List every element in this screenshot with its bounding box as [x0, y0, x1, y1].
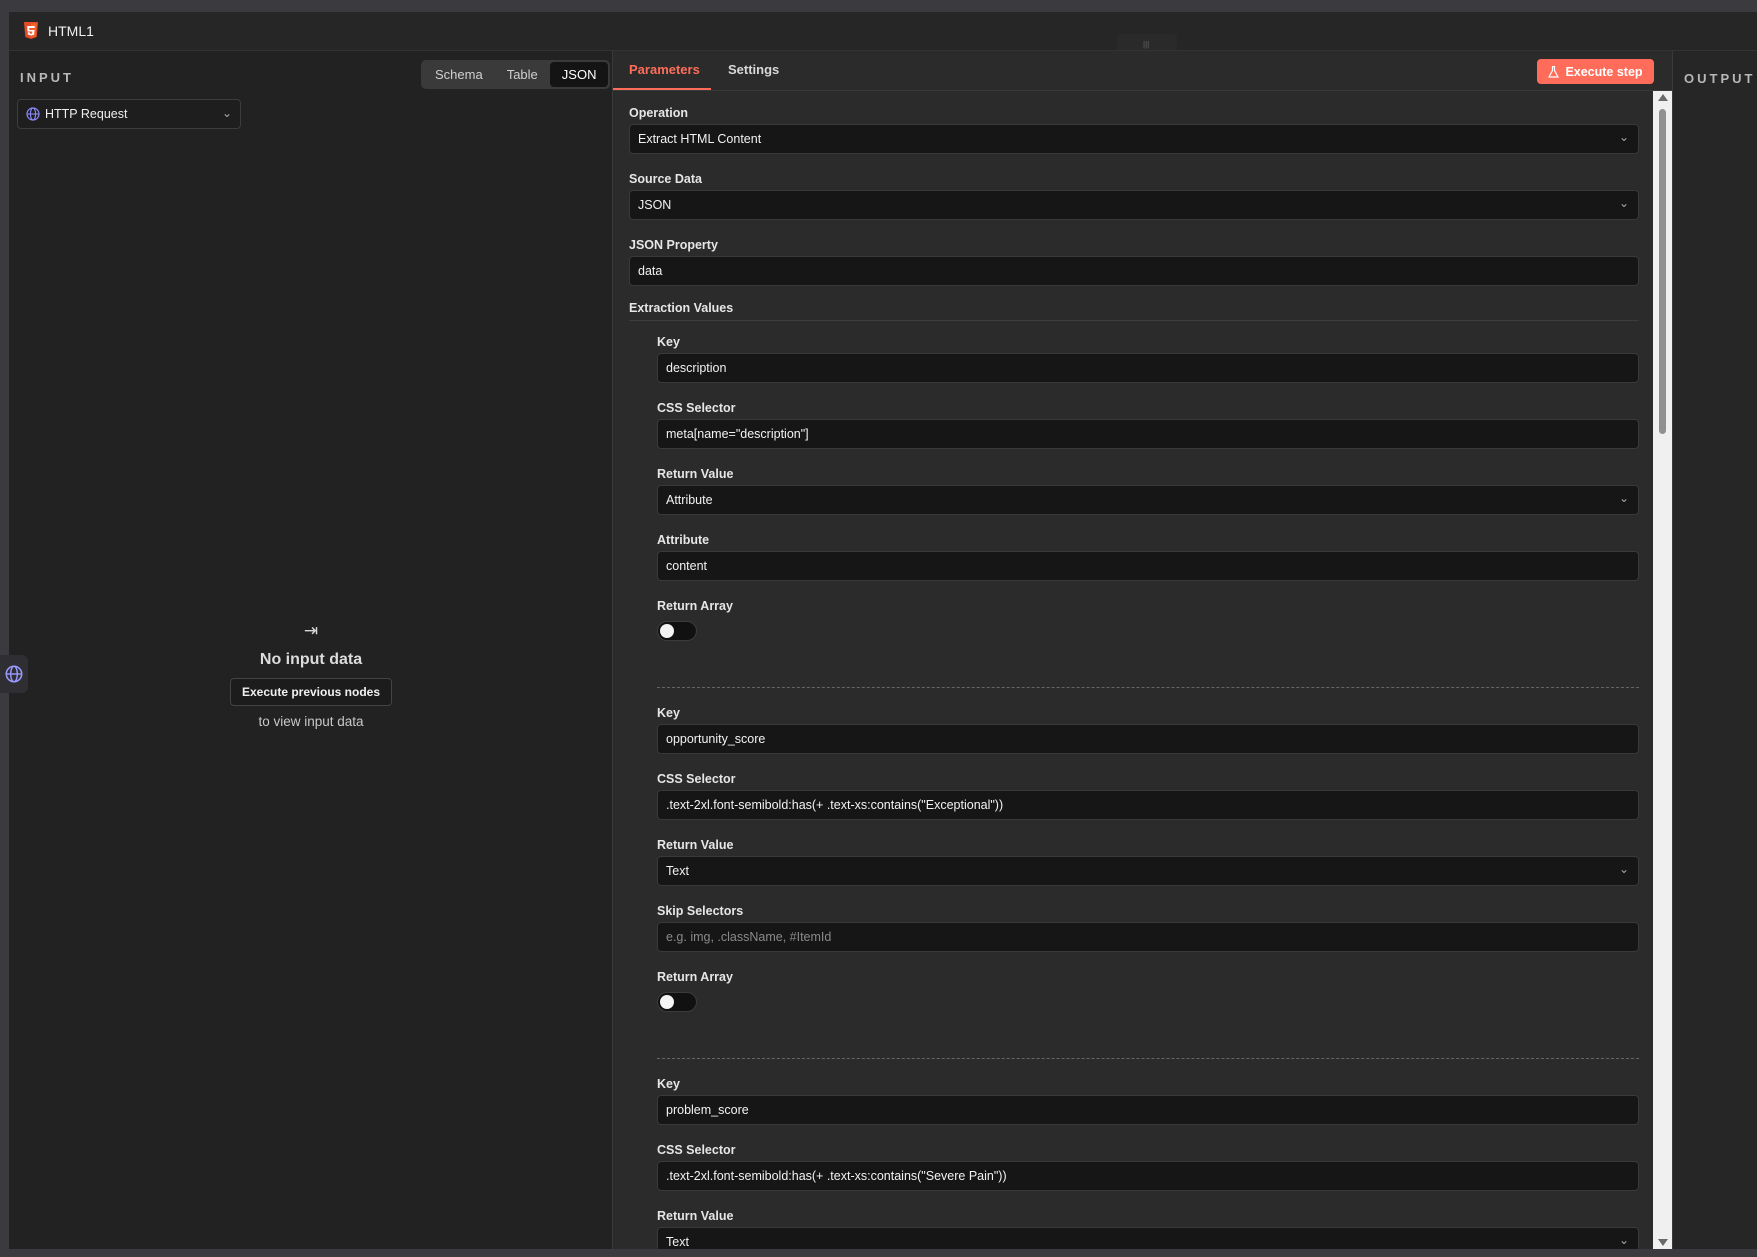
arrow-right-to-bar-icon: ⇥	[303, 621, 319, 640]
chevron-down-icon: ⌄	[1618, 491, 1629, 505]
panel-drag-handle[interactable]: |||	[1117, 34, 1177, 50]
empty-subtext: to view input data	[258, 714, 364, 729]
css-selector-input[interactable]: .text-2xl.font-semibold:has(+ .text-xs:c…	[657, 1161, 1639, 1191]
window-title: HTML1	[48, 23, 94, 39]
attribute-label: Attribute	[657, 533, 710, 547]
scroll-down-arrow-icon[interactable]	[1658, 1239, 1668, 1246]
chevron-down-icon: ⌄	[1618, 196, 1629, 210]
css-selector-input[interactable]: meta[name="description"]	[657, 419, 1639, 449]
return-value-label: Return Value	[657, 1209, 734, 1223]
toggle-knob	[660, 995, 674, 1009]
view-mode-switch: Schema Table JSON	[421, 60, 611, 89]
key-label: Key	[657, 335, 680, 349]
skip-selectors-input[interactable]: e.g. img, .className, #ItemId	[657, 922, 1639, 952]
tab-parameters[interactable]: Parameters	[629, 62, 700, 77]
active-tab-indicator	[613, 88, 711, 90]
view-tab-json[interactable]: JSON	[549, 62, 609, 87]
return-value-select[interactable]: Attribute ⌄	[657, 485, 1639, 515]
input-panel: INPUT Schema Table JSON HTTP Request ⌄ ⇥…	[0, 51, 613, 1249]
item-divider	[657, 1058, 1639, 1059]
return-value-select[interactable]: Text ⌄	[657, 856, 1639, 886]
empty-state: ⇥ No input data Execute previous nodes t…	[9, 621, 613, 729]
node-connector-handle[interactable]	[0, 655, 28, 693]
input-panel-label: INPUT	[20, 70, 74, 85]
output-panel-label: OUTPUT	[1684, 71, 1756, 86]
extraction-values-label: Extraction Values	[629, 301, 734, 315]
view-tab-table[interactable]: Table	[495, 62, 550, 87]
parameter-tabs: Parameters Settings Execute step	[613, 51, 1672, 91]
skip-selectors-label: Skip Selectors	[657, 904, 744, 918]
css-selector-input[interactable]: .text-2xl.font-semibold:has(+ .text-xs:c…	[657, 790, 1639, 820]
operation-select[interactable]: Extract HTML Content ⌄	[629, 124, 1639, 154]
operation-label: Operation	[629, 106, 689, 120]
title-bar: HTML1	[9, 12, 1757, 51]
css-selector-label: CSS Selector	[657, 1143, 736, 1157]
execute-step-button[interactable]: Execute step	[1537, 59, 1654, 84]
css-selector-label: CSS Selector	[657, 401, 736, 415]
input-node-select[interactable]: HTTP Request ⌄	[17, 99, 241, 129]
scrollbar-thumb[interactable]	[1659, 109, 1666, 434]
return-array-toggle[interactable]	[657, 992, 697, 1012]
globe-icon	[5, 665, 23, 683]
source-data-select[interactable]: JSON ⌄	[629, 190, 1639, 220]
key-label: Key	[657, 1077, 680, 1091]
view-tab-schema[interactable]: Schema	[423, 62, 495, 87]
return-array-label: Return Array	[657, 970, 733, 984]
css-selector-label: CSS Selector	[657, 772, 736, 786]
scroll-up-arrow-icon[interactable]	[1658, 94, 1668, 101]
return-value-label: Return Value	[657, 838, 734, 852]
key-label: Key	[657, 706, 680, 720]
source-data-value: JSON	[638, 198, 672, 212]
parameters-panel: Parameters Settings Execute step Operati…	[613, 51, 1672, 1249]
key-input[interactable]: problem_score	[657, 1095, 1639, 1125]
return-value-label: Return Value	[657, 467, 734, 481]
output-panel: OUTPUT	[1672, 51, 1757, 1249]
return-array-label: Return Array	[657, 599, 733, 613]
globe-icon	[26, 107, 40, 121]
execute-previous-nodes-button[interactable]: Execute previous nodes	[229, 678, 393, 706]
return-value-value: Attribute	[666, 493, 713, 507]
tab-settings[interactable]: Settings	[728, 62, 779, 77]
chevron-down-icon: ⌄	[1618, 130, 1629, 144]
item-divider	[657, 687, 1639, 688]
return-value-value: Text	[666, 864, 689, 878]
key-input[interactable]: description	[657, 353, 1639, 383]
section-divider	[629, 320, 1639, 321]
parameters-scrollbar[interactable]	[1653, 91, 1672, 1249]
json-property-input[interactable]: data	[629, 256, 1639, 286]
toggle-knob	[660, 624, 674, 638]
return-value-value: Text	[666, 1235, 689, 1249]
flask-icon	[1548, 65, 1560, 78]
html5-icon	[24, 22, 38, 39]
execute-step-label: Execute step	[1565, 64, 1643, 79]
json-property-label: JSON Property	[629, 238, 718, 252]
empty-heading: No input data	[259, 651, 363, 668]
return-value-select[interactable]: Text ⌄	[657, 1227, 1639, 1249]
operation-value: Extract HTML Content	[638, 132, 762, 146]
key-input[interactable]: opportunity_score	[657, 724, 1639, 754]
return-array-toggle[interactable]	[657, 621, 697, 641]
chevron-down-icon: ⌄	[1618, 862, 1629, 876]
chevron-down-icon: ⌄	[1618, 1233, 1629, 1247]
source-data-label: Source Data	[629, 172, 702, 186]
app-frame: HTML1 ||| INPUT Schema Table JSON HTTP R…	[0, 12, 1757, 1249]
attribute-input[interactable]: content	[657, 551, 1639, 581]
input-node-label: HTTP Request	[45, 107, 128, 121]
chevron-down-icon: ⌄	[221, 106, 232, 120]
